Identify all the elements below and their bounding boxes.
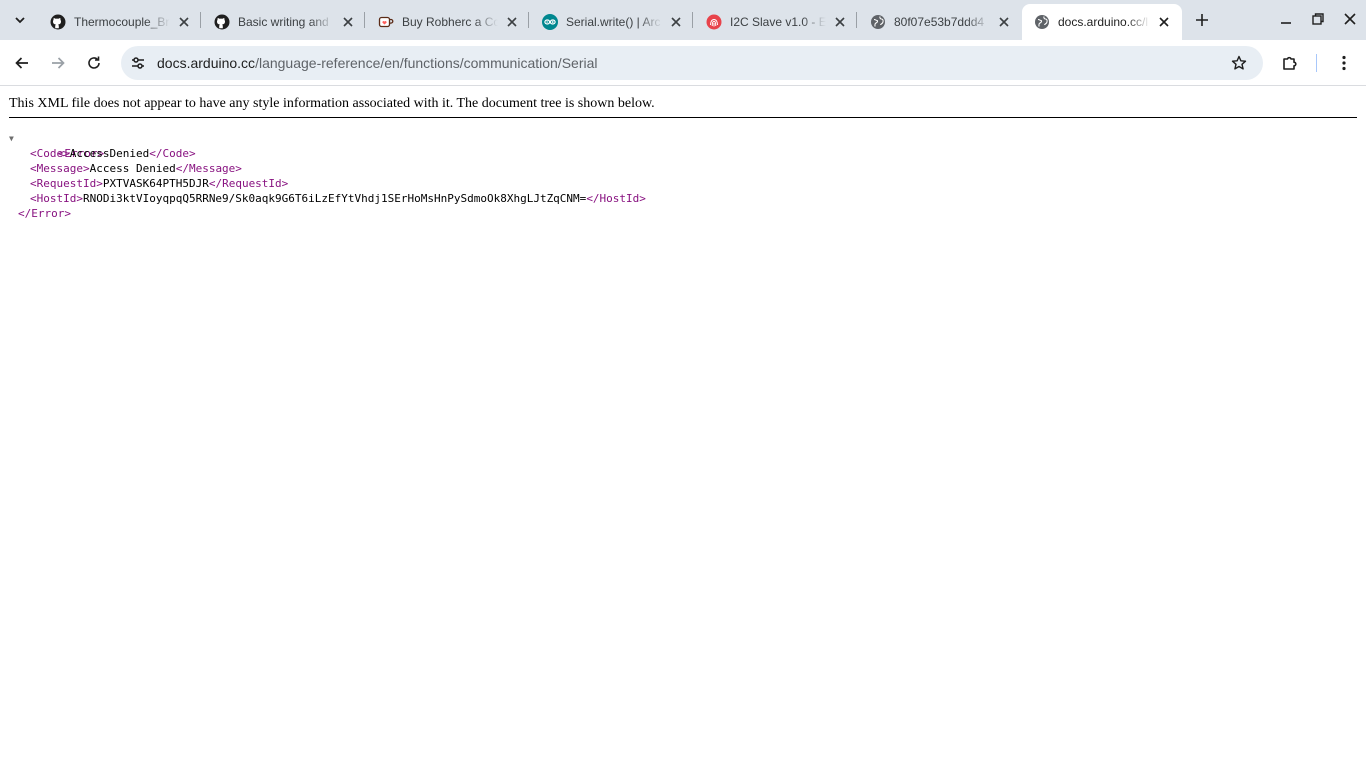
page-content: This XML file does not appear to have an…: [0, 87, 1366, 768]
tab-buy-coffee[interactable]: Buy Robherc a Co: [366, 4, 530, 40]
close-icon[interactable]: [996, 14, 1012, 30]
xml-tag: <Message>: [30, 162, 90, 175]
tab-strip: Thermocouple_Br Basic writing and Buy Ro…: [0, 0, 1366, 40]
close-icon[interactable]: [176, 14, 192, 30]
url-text[interactable]: docs.arduino.cc/language-reference/en/fu…: [157, 46, 597, 80]
tab-hash[interactable]: 80f07e53b7ddd4: [858, 4, 1022, 40]
tab-separator: [692, 12, 693, 28]
menu-button[interactable]: [1330, 49, 1358, 77]
xml-root-close-line: </Error>: [9, 206, 646, 221]
globe-icon: [870, 14, 886, 30]
tab-basic-writing[interactable]: Basic writing and: [202, 4, 366, 40]
star-icon: [1231, 55, 1247, 70]
xml-element-hostid: <HostId>RNODi3ktVIoyqpqQ5RRNe9/Sk0aqk9G6…: [9, 191, 646, 206]
close-icon[interactable]: [668, 14, 684, 30]
close-icon[interactable]: [832, 14, 848, 30]
close-icon: [1344, 13, 1356, 25]
address-bar[interactable]: docs.arduino.cc/language-reference/en/fu…: [121, 46, 1263, 80]
site-info-button[interactable]: [125, 50, 151, 76]
xml-tag: </Message>: [175, 162, 242, 175]
maximize-button[interactable]: [1301, 4, 1335, 34]
xml-element-requestid: <RequestId>PXTVASK64PTH5DJR</RequestId>: [9, 176, 646, 191]
xml-value: Access Denied: [89, 162, 176, 175]
tab-separator: [856, 12, 857, 28]
tab-title: docs.arduino.cc/l: [1058, 15, 1149, 29]
tab-title: Buy Robherc a Co: [402, 15, 498, 29]
tune-icon: [132, 57, 144, 69]
kofi-cup-icon: [378, 14, 394, 30]
tab-separator: [364, 12, 365, 28]
forward-button[interactable]: [44, 49, 72, 77]
close-icon[interactable]: [1156, 14, 1172, 30]
reload-button[interactable]: [80, 49, 108, 77]
tab-search-button[interactable]: [6, 7, 34, 33]
xml-root-open-line: ▼ <Error>: [9, 131, 646, 160]
tab-title: Basic writing and: [238, 15, 329, 29]
close-icon[interactable]: [340, 14, 356, 30]
chevron-down-icon: [15, 17, 25, 24]
xml-tree: ▼ <Error> <Code>AccessDenied</Code> <Mess…: [9, 131, 646, 221]
xml-element-code: <Code>AccessDenied</Code>: [9, 146, 646, 161]
extensions-button[interactable]: [1276, 49, 1304, 77]
xml-tag: <Code>: [30, 147, 70, 160]
tab-separator: [528, 12, 529, 28]
xml-tag: </Code>: [149, 147, 196, 160]
github-icon: [214, 14, 230, 30]
minimize-button[interactable]: [1269, 4, 1303, 34]
tab-docs-arduino-active[interactable]: docs.arduino.cc/l: [1022, 4, 1182, 40]
xml-value: RNODi3ktVIoyqpqQ5RRNe9/Sk0aqk9G6T6iLzEfY…: [82, 192, 587, 205]
minimize-icon: [1281, 22, 1291, 24]
tab-title: Thermocouple_Br: [74, 15, 170, 29]
xml-tag: <HostId>: [30, 192, 83, 205]
back-button[interactable]: [8, 49, 36, 77]
tab-i2c-slave[interactable]: I2C Slave v1.0 - E: [694, 4, 858, 40]
puzzle-icon: [1283, 56, 1297, 70]
restore-icon: [1312, 13, 1324, 25]
plus-icon: [1196, 14, 1208, 26]
fingerprint-icon: [706, 14, 722, 30]
xml-tag: </HostId>: [586, 192, 646, 205]
toolbar-divider: [1316, 54, 1317, 72]
tab-separator: [200, 12, 201, 28]
arduino-icon: [542, 14, 558, 30]
close-icon[interactable]: [504, 14, 520, 30]
more-vert-icon: [1342, 55, 1346, 71]
tab-thermocouple[interactable]: Thermocouple_Br: [38, 4, 202, 40]
tab-title: Serial.write() | Arc: [566, 15, 661, 29]
tab-serial-write[interactable]: Serial.write() | Arc: [530, 4, 694, 40]
arrow-right-icon: [52, 57, 65, 69]
github-icon: [50, 14, 66, 30]
xml-tag: </Error>: [18, 207, 71, 220]
arrow-left-icon: [15, 57, 28, 69]
xml-value: PXTVASK64PTH5DJR: [102, 177, 209, 190]
xml-style-info: This XML file does not appear to have an…: [9, 96, 1357, 118]
tab-title: I2C Slave v1.0 - E: [730, 15, 826, 29]
xml-tag: <RequestId>: [30, 177, 103, 190]
new-tab-button[interactable]: [1188, 7, 1216, 33]
browser-toolbar: docs.arduino.cc/language-reference/en/fu…: [0, 40, 1366, 86]
xml-value: AccessDenied: [69, 147, 150, 160]
globe-icon: [1034, 14, 1050, 30]
bookmark-button[interactable]: [1227, 51, 1251, 75]
close-window-button[interactable]: [1333, 4, 1366, 34]
url-host: docs.arduino.cc: [157, 55, 256, 71]
reload-icon: [88, 56, 100, 69]
xml-tag: </RequestId>: [208, 177, 289, 190]
xml-element-message: <Message>Access Denied</Message>: [9, 161, 646, 176]
collapse-triangle-icon[interactable]: ▼: [9, 131, 18, 146]
tab-title: 80f07e53b7ddd4: [894, 15, 985, 29]
url-path: /language-reference/en/functions/communi…: [255, 55, 598, 71]
